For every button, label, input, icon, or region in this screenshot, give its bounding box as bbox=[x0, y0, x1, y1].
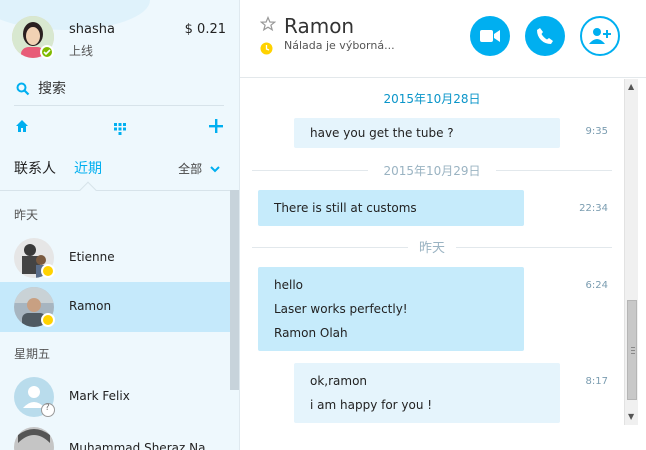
chat-title: Ramon bbox=[284, 14, 355, 38]
away-status-icon bbox=[260, 40, 273, 59]
thumb-grip bbox=[631, 350, 635, 351]
away-presence-icon bbox=[41, 313, 55, 327]
conversation-scrollbar[interactable]: ▲ ▼ bbox=[624, 79, 638, 425]
message-text: ok,ramon bbox=[310, 374, 368, 388]
contact-item-muhammad[interactable]: Muhammad Sheraz Na bbox=[0, 422, 230, 450]
message-text: hello bbox=[274, 278, 303, 292]
filter-dropdown[interactable]: 全部 bbox=[178, 160, 220, 177]
search-label: 搜索 bbox=[38, 81, 66, 97]
audio-call-button[interactable] bbox=[525, 16, 565, 56]
message-bubble[interactable]: have you get the tube ? bbox=[294, 118, 560, 148]
tab-divider bbox=[0, 190, 239, 191]
scrollbar-thumb[interactable] bbox=[627, 300, 637, 400]
message-time: 22:34 bbox=[579, 203, 608, 214]
section-yesterday: 昨天 bbox=[14, 208, 39, 222]
thumb-grip bbox=[631, 347, 635, 348]
scroll-up-arrow-icon[interactable]: ▲ bbox=[628, 82, 634, 91]
message-bubble[interactable]: hello Laser works perfectly! Ramon Olah bbox=[258, 267, 524, 351]
date-separator: 2015年10月28日 bbox=[383, 92, 481, 106]
section-friday: 星期五 bbox=[14, 347, 51, 361]
video-call-button[interactable] bbox=[470, 16, 510, 56]
user-status[interactable]: 上线 bbox=[69, 42, 93, 59]
tab-contacts[interactable]: 联系人 bbox=[14, 158, 56, 178]
contact-name: Etienne bbox=[69, 250, 115, 264]
tab-recent[interactable]: 近期 bbox=[74, 158, 102, 178]
video-camera-icon bbox=[480, 30, 500, 42]
mood-message: Nálada je výborná... bbox=[284, 39, 395, 52]
message-text: i am happy for you ! bbox=[310, 398, 433, 412]
sidebar-toolbar bbox=[12, 118, 226, 140]
contact-name: Mark Felix bbox=[69, 389, 130, 403]
search-box[interactable]: 搜索 bbox=[14, 76, 224, 106]
contact-name: Muhammad Sheraz Na bbox=[69, 441, 206, 450]
sidebar: shasha 上线 $ 0.21 搜索 联系人 近期 全部 昨天 Etienne… bbox=[0, 0, 240, 450]
message-text: have you get the tube ? bbox=[310, 126, 454, 140]
scroll-down-arrow-icon[interactable]: ▼ bbox=[628, 412, 634, 421]
contact-name: Ramon bbox=[69, 299, 112, 313]
date-rule bbox=[496, 170, 612, 171]
contact-tabs: 联系人 近期 全部 bbox=[14, 158, 226, 188]
search-icon bbox=[16, 82, 30, 96]
conversation-pane: 2015年10月28日 have you get the tube ? 9:35… bbox=[240, 79, 624, 450]
contact-item-ramon[interactable]: Ramon bbox=[0, 282, 230, 332]
contact-item-mark-felix[interactable]: ? Mark Felix bbox=[0, 372, 230, 422]
away-presence-icon bbox=[41, 264, 55, 278]
user-name: shasha bbox=[69, 22, 115, 37]
contact-item-etienne[interactable]: Etienne bbox=[0, 233, 230, 283]
add-people-button[interactable] bbox=[580, 16, 620, 56]
favorite-star-icon[interactable] bbox=[259, 15, 277, 36]
online-presence-icon bbox=[40, 45, 54, 59]
chevron-down-icon bbox=[210, 166, 220, 173]
message-time: 6:24 bbox=[585, 280, 608, 291]
message-text: Ramon Olah bbox=[274, 326, 348, 340]
skype-credit[interactable]: $ 0.21 bbox=[185, 22, 226, 37]
home-icon[interactable] bbox=[14, 118, 30, 138]
skype-window: shasha 上线 $ 0.21 搜索 联系人 近期 全部 昨天 Etienne… bbox=[0, 0, 646, 450]
filter-label: 全部 bbox=[178, 162, 203, 176]
add-icon[interactable] bbox=[208, 118, 224, 138]
message-time: 9:35 bbox=[585, 126, 608, 137]
message-bubble[interactable]: ok,ramon i am happy for you ! bbox=[294, 363, 560, 423]
thumb-grip bbox=[631, 353, 635, 354]
user-profile[interactable]: shasha 上线 $ 0.21 bbox=[12, 16, 239, 62]
contact-avatar bbox=[14, 427, 54, 450]
date-rule bbox=[456, 247, 612, 248]
message-text: There is still at customs bbox=[274, 201, 417, 215]
chat-header: Ramon Nálada je výborná... bbox=[240, 0, 646, 78]
add-person-icon bbox=[589, 28, 611, 44]
phone-icon bbox=[537, 28, 553, 44]
message-time: 8:17 bbox=[585, 376, 608, 387]
dialpad-icon[interactable] bbox=[114, 120, 126, 139]
message-bubble[interactable]: There is still at customs bbox=[258, 190, 524, 226]
unknown-presence-icon: ? bbox=[41, 403, 55, 417]
message-text: Laser works perfectly! bbox=[274, 302, 408, 316]
sidebar-scrollbar[interactable] bbox=[230, 190, 239, 390]
